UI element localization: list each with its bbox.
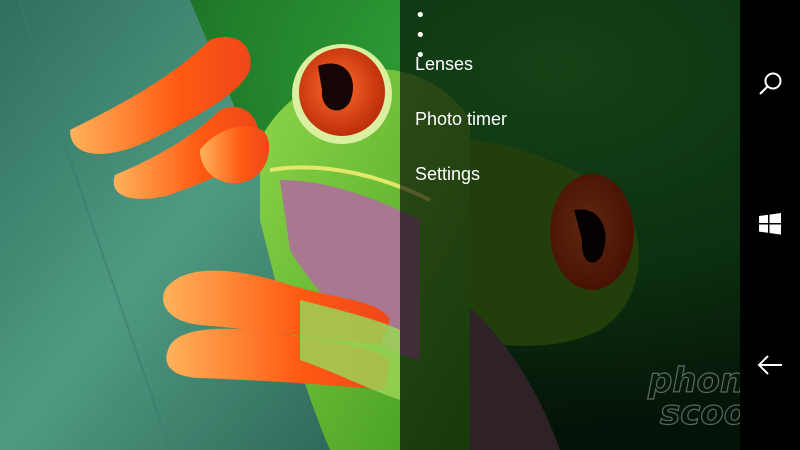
windows-start-icon (759, 213, 781, 235)
navigation-bar (740, 0, 800, 450)
back-button[interactable] (740, 335, 800, 395)
more-options-icon[interactable]: • • • (415, 6, 445, 66)
start-button[interactable] (740, 194, 800, 254)
menu-item-photo-timer[interactable]: Photo timer (415, 107, 507, 131)
back-arrow-icon (757, 355, 782, 375)
menu-item-lenses[interactable]: Lenses (415, 52, 473, 76)
search-icon (759, 72, 782, 95)
menu-item-settings[interactable]: Settings (415, 162, 480, 186)
search-button[interactable] (740, 54, 800, 114)
